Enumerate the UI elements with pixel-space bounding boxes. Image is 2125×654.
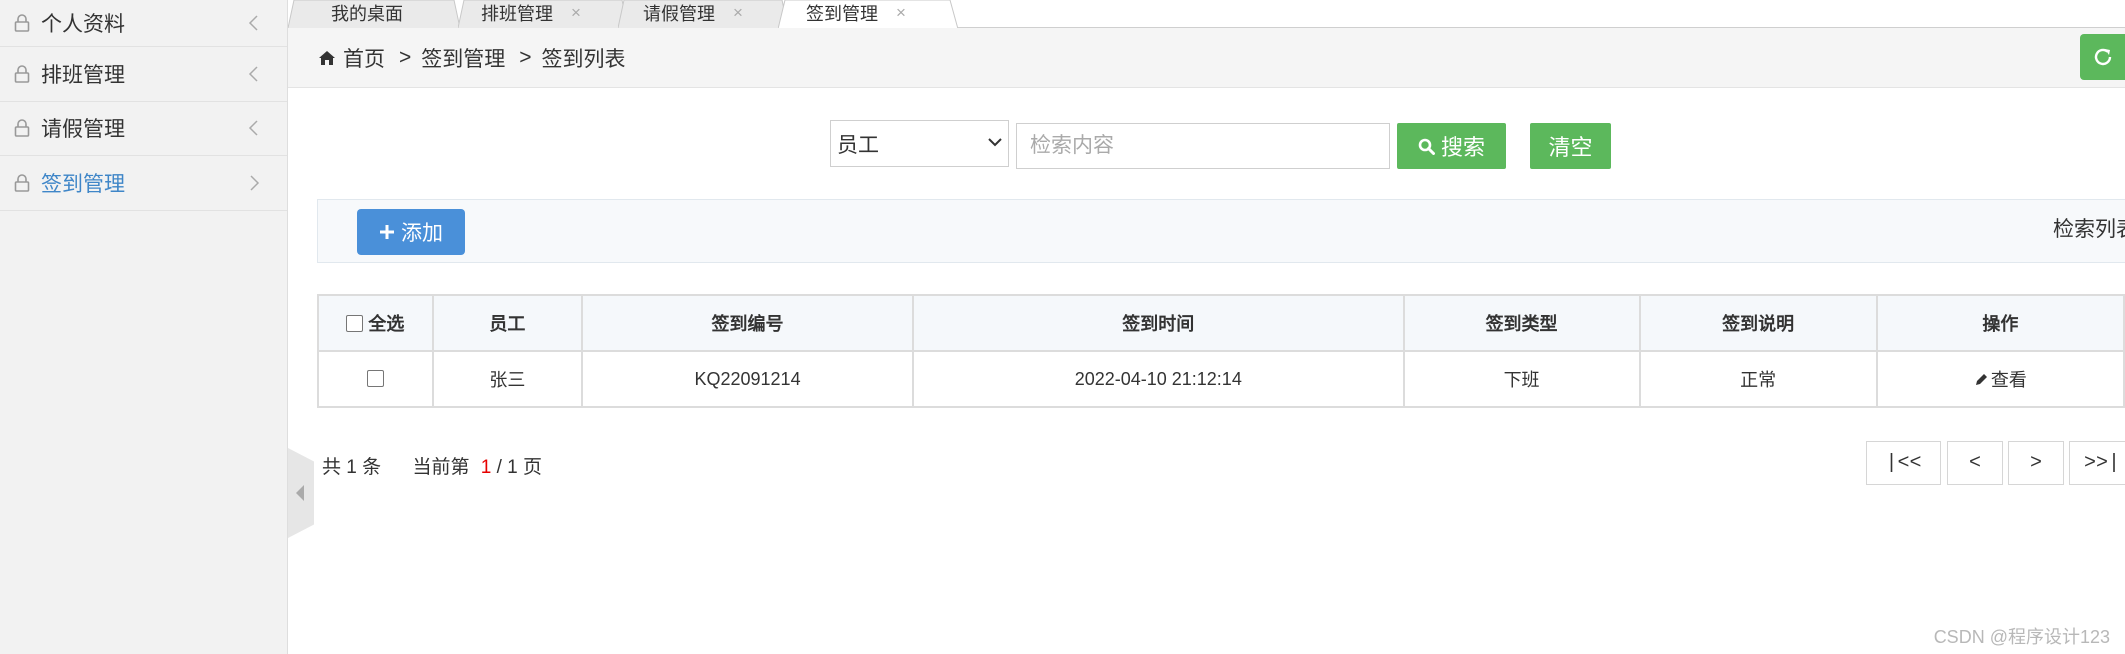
first-page-button[interactable]: |<<: [1866, 441, 1941, 485]
pencil-icon: [1975, 373, 1987, 385]
search-icon: [1418, 138, 1435, 155]
total-pages: 1: [507, 457, 518, 478]
add-button-label: 添加: [401, 222, 443, 245]
table-header-row: 全选 员工 签到编号 签到时间 签到类型 签到说明 操作: [317, 294, 2125, 352]
last-page-button[interactable]: >>|: [2069, 441, 2125, 485]
search-button-label: 搜索: [1440, 135, 1485, 160]
chevron-left-icon: [248, 66, 258, 82]
chevron-left-icon: [248, 15, 258, 31]
view-link-label: 查看: [1990, 370, 2027, 390]
column-header: 签到时间: [912, 294, 1405, 352]
list-title: 检索列表: [2053, 218, 2125, 241]
lock-icon: [12, 64, 32, 84]
sidebar-item-profile[interactable]: 个人资料: [0, 0, 287, 47]
collapse-arrow-icon: [296, 485, 304, 501]
sidebar-item-leave[interactable]: 请假管理: [0, 102, 287, 156]
cell-action: 查看: [1875, 350, 2125, 408]
lock-icon: [12, 13, 32, 33]
checkin-table: 全选 员工 签到编号 签到时间 签到类型 签到说明 操作 张三 KQ220912…: [317, 294, 2125, 408]
breadcrumb-separator: >: [399, 45, 412, 69]
close-icon[interactable]: ×: [896, 3, 906, 23]
close-icon[interactable]: ×: [733, 3, 743, 23]
tab-label: 排班管理: [481, 4, 553, 24]
breadcrumb-level1[interactable]: 签到管理: [421, 43, 505, 73]
list-toolbar: 添加 检索列表: [317, 199, 2125, 263]
sidebar: 个人资料 排班管理 请假管理 签到管理: [0, 0, 288, 654]
chevron-left-icon: [248, 120, 258, 136]
current-page: 1: [480, 457, 492, 478]
sidebar-item-checkin[interactable]: 签到管理: [0, 156, 287, 211]
prev-page-button[interactable]: <: [1947, 441, 2003, 485]
breadcrumb: 首页 > 签到管理 > 签到列表: [288, 28, 2125, 88]
refresh-icon: [2094, 48, 2111, 66]
home-icon: [318, 50, 336, 66]
select-all-checkbox[interactable]: [346, 315, 364, 332]
pagination-info: 共 1 条 当前第 1 / 1 页: [322, 452, 542, 479]
breadcrumb-level2: 签到列表: [541, 47, 626, 71]
clear-button-label: 清空: [1548, 135, 1593, 160]
sidebar-collapse-handle[interactable]: [288, 448, 314, 538]
search-field-selected: 员工: [837, 133, 879, 157]
add-button[interactable]: 添加: [357, 209, 465, 255]
tab-label: 我的桌面: [331, 4, 403, 24]
search-input[interactable]: [1016, 123, 1390, 169]
column-header: 签到说明: [1638, 294, 1878, 352]
tab-bar: 我的桌面 排班管理 × 请假管理 × 签到管理 ×: [288, 0, 2125, 29]
sidebar-item-label: 排班管理: [41, 63, 125, 87]
select-all-header[interactable]: 全选: [317, 294, 434, 352]
sidebar-item-label: 签到管理: [41, 172, 125, 196]
lock-icon: [12, 118, 32, 138]
watermark: CSDN @程序设计123: [1933, 627, 2110, 647]
pages-suffix: 页: [523, 457, 543, 478]
search-field-select[interactable]: 员工: [830, 120, 1009, 167]
row-checkbox[interactable]: [366, 369, 384, 387]
cell-code: KQ22091214: [581, 350, 915, 408]
sidebar-item-label: 请假管理: [41, 118, 125, 142]
chevron-right-icon: [250, 175, 260, 191]
select-all-label: 全选: [368, 314, 405, 334]
total-suffix: 条: [362, 457, 382, 478]
current-prefix: 当前第: [412, 457, 470, 478]
sidebar-item-label: 个人资料: [41, 13, 125, 36]
column-header: 操作: [1875, 294, 2125, 352]
dropdown-caret-icon: [988, 138, 1002, 147]
clear-button[interactable]: 清空: [1530, 123, 1611, 169]
column-header: 签到类型: [1402, 294, 1641, 352]
cell-time: 2022-04-10 21:12:14: [912, 350, 1405, 408]
column-header: 员工: [431, 294, 584, 352]
plus-icon: [380, 225, 394, 239]
tab-label: 请假管理: [643, 4, 715, 24]
page-slash: /: [496, 457, 502, 478]
row-select-cell[interactable]: [317, 350, 434, 408]
sidebar-item-schedule[interactable]: 排班管理: [0, 47, 287, 102]
refresh-button[interactable]: [2080, 34, 2125, 80]
next-page-button[interactable]: >: [2008, 441, 2064, 485]
cell-employee: 张三: [431, 350, 584, 408]
tab-schedule[interactable]: 排班管理 ×: [458, 0, 628, 28]
tab-checkin[interactable]: 签到管理 ×: [778, 0, 958, 29]
total-prefix: 共: [322, 457, 342, 478]
breadcrumb-home[interactable]: 首页: [343, 43, 385, 73]
lock-icon: [12, 173, 32, 193]
close-icon[interactable]: ×: [571, 3, 581, 23]
total-count: 1: [346, 457, 357, 478]
cell-type: 下班: [1402, 350, 1641, 408]
tab-label: 签到管理: [806, 4, 878, 24]
cell-note: 正常: [1638, 350, 1878, 408]
tab-leave[interactable]: 请假管理 ×: [618, 0, 788, 28]
view-link[interactable]: 查看: [1974, 366, 2027, 392]
column-header: 签到编号: [581, 294, 915, 352]
search-button[interactable]: 搜索: [1397, 123, 1506, 169]
tab-desktop[interactable]: 我的桌面: [288, 0, 460, 28]
table-row: 张三 KQ22091214 2022-04-10 21:12:14 下班 正常 …: [317, 350, 2125, 408]
breadcrumb-separator: >: [519, 45, 532, 69]
